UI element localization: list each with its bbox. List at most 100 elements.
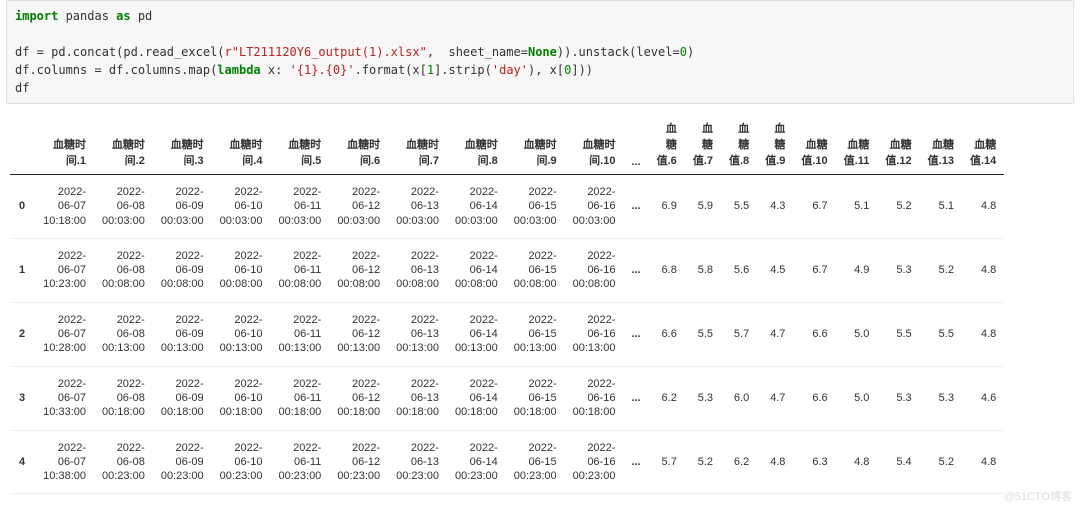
cell: 2022-06-1300:18:00 [388,366,447,430]
cell: 2022-06-1200:18:00 [329,366,388,430]
cell: 5.7 [721,302,757,366]
cell: 5.1 [836,175,878,239]
cell: 2022-06-1000:08:00 [212,238,271,302]
cell: 2022-06-0800:03:00 [94,175,153,239]
cell: ... [623,175,648,239]
cell: 2022-06-1300:13:00 [388,302,447,366]
code-text: .format(x[ [355,63,427,77]
cell: 1 [10,238,35,302]
cell: 5.5 [877,302,919,366]
cell: 6.2 [721,430,757,494]
col-header: 血糖值.11 [836,114,878,175]
table-row: 22022-06-0710:28:002022-06-0800:13:00202… [10,302,1004,366]
cell: ... [649,494,685,508]
dataframe-table: 血糖时间.1血糖时间.2血糖时间.3血糖时间.4血糖时间.5血糖时间.6血糖时间… [10,114,1004,508]
cell: 5.2 [920,430,962,494]
col-header: 血糖时间.5 [270,114,329,175]
watermark: @51CTO博客 [1004,488,1072,504]
cell: 6.6 [793,366,835,430]
cell: 2022-06-1000:23:00 [212,430,271,494]
cell: 2022-06-0800:08:00 [94,238,153,302]
cell: ... [623,494,648,508]
cell: 2022-06-1600:18:00 [565,366,624,430]
kw-import: import [15,9,58,23]
cell: 6.8 [649,238,685,302]
cell: 3 [10,366,35,430]
ellipsis-row: ........................................… [10,494,1004,508]
col-header: 血糖值.14 [962,114,1004,175]
cell: 2022-06-1300:03:00 [388,175,447,239]
table-row: 12022-06-0710:23:002022-06-0800:08:00 202… [10,238,1004,302]
cell: 5.3 [877,238,919,302]
fade-overlay [1072,0,1080,508]
col-header: 血糖值.8 [721,114,757,175]
cell: ... [685,494,721,508]
cell: 2022-06-1300:23:00 [388,430,447,494]
code-cell: import pandas as pd df = pd.concat(pd.re… [6,0,1074,104]
str-lit: r"LT211120Y6_output(1).xlsx" [225,45,427,59]
cell: 2022-06-1100:23:00 [270,430,329,494]
cell: 5.3 [920,366,962,430]
cell: ... [10,494,35,508]
col-header: 血糖值.7 [685,114,721,175]
cell: 2022-06-1000:13:00 [212,302,271,366]
col-header: 血糖时间.1 [35,114,94,175]
cell: 4.8 [962,430,1004,494]
cell: 2022-06-1100:03:00 [270,175,329,239]
cell: 4.8 [962,302,1004,366]
cell: 5.0 [836,302,878,366]
kw-as: as [116,9,130,23]
cell: 5.4 [877,430,919,494]
cell: 2022-06-1600:23:00 [565,430,624,494]
col-header: 血糖值.9 [757,114,793,175]
cell: 5.2 [920,238,962,302]
col-header: 血糖值.12 [877,114,919,175]
cell: 2022-06-1100:08:00 [270,238,329,302]
cell: 2022-06-0900:23:00 [153,430,212,494]
cell: 4 [10,430,35,494]
col-header: 血糖时间.3 [153,114,212,175]
cell: 6.7 [793,238,835,302]
cell: 5.5 [721,175,757,239]
cell: 2022-06-1400:23:00 [447,430,506,494]
table-row: 32022-06-0710:33:002022-06-0800:18:00202… [10,366,1004,430]
cell: 2022-06-0900:18:00 [153,366,212,430]
int-lit: 1 [427,63,434,77]
cell: ... [623,366,648,430]
cell: 4.5 [757,238,793,302]
cell: 2 [10,302,35,366]
cell: 2022-06-1000:18:00 [212,366,271,430]
cell: ... [623,302,648,366]
kw-lambda: lambda [217,63,260,77]
cell: 2022-06-0710:23:00 [35,238,94,302]
cell: 5.0 [836,366,878,430]
cell: ... [962,494,1004,508]
code-text: ), x[ [528,63,564,77]
cell: ... [94,494,153,508]
cell: 5.7 [649,430,685,494]
dataframe-output: 血糖时间.1血糖时间.2血糖时间.3血糖时间.4血糖时间.5血糖时间.6血糖时间… [10,114,1070,508]
code-text: x: [261,63,290,77]
cell: 6.0 [721,366,757,430]
cell: 2022-06-1100:13:00 [270,302,329,366]
cell: 5.2 [877,175,919,239]
cell: 2022-06-1400:18:00 [447,366,506,430]
cell: ... [757,494,793,508]
cell: 4.7 [757,366,793,430]
cell: 5.3 [685,366,721,430]
code-text: pandas [58,9,116,23]
cell: 2022-06-0800:13:00 [94,302,153,366]
code-text: ) [687,45,694,59]
cell: 5.5 [685,302,721,366]
cell: 5.5 [920,302,962,366]
code-text: pd [131,9,153,23]
cell: ... [623,430,648,494]
code-text: df [15,81,29,95]
table-row: 02022-06-0710:18:002022-06-0800:03:00202… [10,175,1004,239]
int-lit: 0 [680,45,687,59]
col-header [10,114,35,175]
cell: 5.9 [685,175,721,239]
cell: 6.9 [649,175,685,239]
cell: 2022-06-1600:03:00 [565,175,624,239]
cell: ... [793,494,835,508]
